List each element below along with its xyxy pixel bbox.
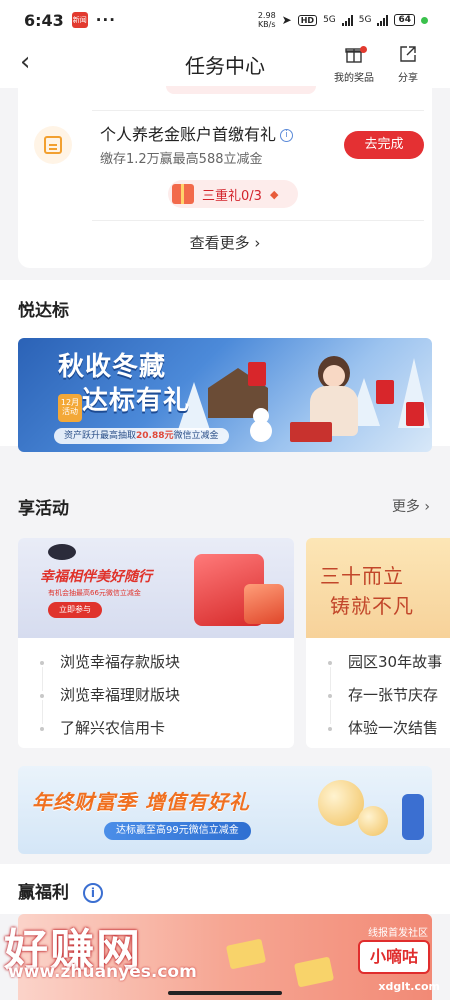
- more-notifications-icon: ···: [95, 11, 116, 29]
- december-tag: 12月活动: [58, 394, 82, 422]
- previous-gift-badge: [166, 86, 316, 94]
- share-button[interactable]: 分享: [383, 44, 433, 84]
- autumn-winter-banner[interactable]: 秋收冬藏 12月活动 达标有礼 资产跃升最高抽取20.88元微信立减金: [18, 338, 432, 452]
- bird-illustration: [48, 544, 76, 560]
- gift-box-icon: [290, 422, 332, 442]
- envelope-icon: [225, 938, 267, 970]
- net-speed: 2.98 KB/s: [257, 11, 276, 29]
- task-subtitle: 缴存1.2万赢最高588立减金: [100, 152, 263, 167]
- coin-icon: [358, 806, 388, 836]
- news-app-icon: 新闻: [71, 12, 88, 28]
- red-envelope-icon: [376, 380, 394, 404]
- calendar-icon: [34, 126, 72, 164]
- triple-gift-badge[interactable]: 三重礼0/3 ◆: [168, 180, 298, 208]
- list-item[interactable]: 园区30年故事: [306, 646, 442, 691]
- join-now-button[interactable]: 立即参与: [48, 602, 102, 618]
- complete-task-button[interactable]: 去完成: [344, 131, 424, 159]
- happiness-task-list: 浏览幸福存款版块 浏览幸福理财版块 了解兴农信用卡: [18, 646, 180, 745]
- watermark-badge: 小嘀咕: [358, 940, 430, 974]
- list-item[interactable]: 浏览幸福理财版块: [18, 679, 180, 724]
- happiness-subline: 有机会抽最高66元微信立减金: [48, 589, 141, 597]
- list-item[interactable]: 了解兴农信用卡: [18, 712, 180, 745]
- banner-footnote: 资产跃升最高抽取20.88元微信立减金: [54, 428, 229, 444]
- share-icon: [383, 44, 433, 69]
- divider: [92, 220, 424, 221]
- activity-card-happiness[interactable]: 幸福相伴美好随行 有机会抽最高66元微信立减金 立即参与 浏览幸福存款版块 浏览…: [18, 538, 294, 748]
- envelope-icon: [293, 956, 335, 988]
- list-item[interactable]: 存一张节庆存: [306, 679, 442, 724]
- list-item[interactable]: 体验一次结售: [306, 712, 442, 745]
- page-header: ‹ 任务中心 我的奖品 分享: [0, 40, 450, 88]
- year-end-wealth-banner[interactable]: 年终财富季 增值有好礼 达标赢至高99元微信立减金: [18, 766, 432, 854]
- thirty-headline-1: 三十而立: [320, 564, 404, 588]
- hd-icon: HD: [297, 14, 318, 26]
- task-title: 个人养老金账户首缴有礼 i: [100, 121, 294, 145]
- thirty-years-banner: 三十而立 铸就不凡: [306, 538, 450, 638]
- section-title-activity: 享活动: [18, 499, 69, 519]
- red-envelope-icon: [248, 362, 266, 386]
- view-more-link[interactable]: 查看更多 ›: [18, 232, 432, 253]
- network-5g-2: 5G: [358, 15, 372, 25]
- happiness-headline: 幸福相伴美好随行: [40, 569, 152, 585]
- watermark-tagline: 线报首发社区: [368, 928, 428, 939]
- mascot-illustration: [402, 794, 424, 840]
- snowman-illustration: [250, 408, 272, 442]
- signal-icon: [341, 14, 353, 26]
- red-envelope-icon: [406, 402, 424, 426]
- gift-box-icon: [172, 184, 194, 204]
- thirty-headline-2: 铸就不凡: [330, 594, 414, 618]
- year-end-headline: 年终财富季 增值有好礼: [32, 790, 250, 814]
- happiness-banner: 幸福相伴美好随行 有机会抽最高66元微信立减金 立即参与: [18, 538, 294, 638]
- home-indicator[interactable]: [168, 991, 282, 995]
- signal-icon-2: [377, 14, 389, 26]
- info-icon[interactable]: i: [280, 129, 294, 142]
- my-prizes-label: 我的奖品: [334, 73, 374, 84]
- list-item[interactable]: 浏览幸福存款版块: [18, 646, 180, 691]
- share-label: 分享: [398, 73, 418, 84]
- watermark-site: xdglt.com: [378, 980, 440, 993]
- section-title-welfare: 赢福利 i: [18, 878, 103, 903]
- gift-icon: [329, 44, 379, 69]
- activity-card-thirty[interactable]: 三十而立 铸就不凡 园区30年故事 存一张节庆存 体验一次结售: [306, 538, 450, 748]
- chevron-down-icon: ◆: [269, 187, 279, 201]
- status-time: 6:43: [24, 10, 64, 30]
- info-icon[interactable]: i: [82, 883, 103, 903]
- banner-headline-2: 达标有礼: [82, 386, 191, 416]
- status-bar: 6:43 新闻 ··· 2.98 KB/s ➤ HD 5G 5G 64: [0, 0, 450, 40]
- battery-icon: 64: [394, 14, 415, 26]
- watermark-url: www.zhuanyes.com: [8, 962, 197, 982]
- my-prizes-button[interactable]: 我的奖品: [329, 44, 379, 84]
- task-card: 个人养老金账户首缴有礼 i 缴存1.2万赢最高588立减金 去完成 三重礼0/3 …: [18, 86, 432, 268]
- new-prize-dot: [360, 46, 367, 53]
- status-right: 2.98 KB/s ➤ HD 5G 5G 64: [258, 11, 428, 29]
- section-title-yuedabiao: 悦达标: [18, 301, 69, 321]
- year-end-pill: 达标赢至高99元微信立减金: [104, 822, 251, 840]
- divider: [92, 110, 424, 111]
- activity-more-link[interactable]: 更多 ›: [392, 496, 430, 516]
- location-arrow-icon: ➤: [281, 13, 292, 27]
- red-gift-icon: [244, 584, 284, 624]
- privacy-indicator-dot: [421, 16, 428, 24]
- banner-headline-1: 秋收冬藏: [58, 352, 167, 382]
- gift-progress-label: 三重礼0/3: [202, 188, 262, 204]
- thirty-task-list: 园区30年故事 存一张节庆存 体验一次结售: [306, 646, 442, 745]
- network-5g-1: 5G: [323, 15, 336, 25]
